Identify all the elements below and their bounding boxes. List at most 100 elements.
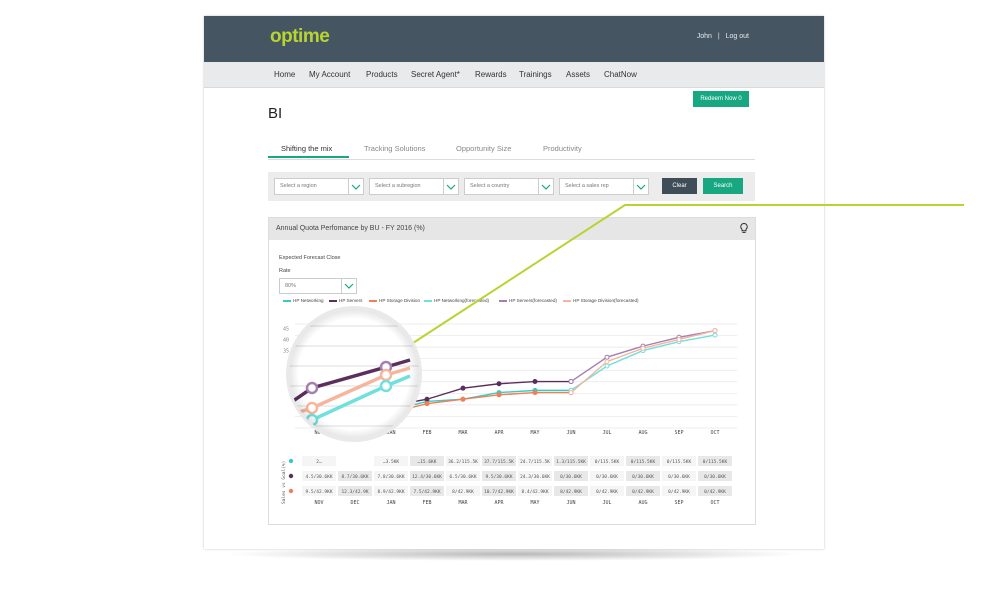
table-cell: 0/30.6KK xyxy=(668,474,690,480)
search-button[interactable]: Search xyxy=(703,178,743,194)
nav-rewards[interactable]: Rewards xyxy=(475,70,507,79)
series-line xyxy=(570,329,716,394)
x-tick-label: AUG xyxy=(638,430,647,436)
x-tick-label: MAR xyxy=(458,430,468,436)
clear-button[interactable]: Clear xyxy=(662,178,697,194)
tab-productivity[interactable]: Productivity xyxy=(543,144,582,153)
logo: optime xyxy=(270,26,330,47)
data-point xyxy=(568,390,574,396)
data-point xyxy=(316,421,322,427)
y-tick-label: 45 xyxy=(283,326,289,332)
tab-tracking-solutions[interactable]: Tracking Solutions xyxy=(364,144,425,153)
data-point xyxy=(712,328,718,334)
main-nav: Home My Account Products Secret Agent* R… xyxy=(204,62,824,88)
table-cell: 8.9/42.9KK xyxy=(377,489,404,495)
row-color-dot xyxy=(288,458,294,464)
table-month-label: NOV xyxy=(314,500,323,506)
x-tick-label: MAY xyxy=(530,430,539,436)
data-point xyxy=(460,385,466,391)
chevron-down-icon xyxy=(538,179,553,194)
data-point xyxy=(532,390,538,396)
data-point xyxy=(424,401,430,407)
table-month-label: DEC xyxy=(350,500,359,506)
subregion-placeholder: Select a subregion xyxy=(375,183,421,189)
page-title: BI xyxy=(268,105,283,122)
tab-opportunity-size[interactable]: Opportunity Size xyxy=(456,144,511,153)
logout-link[interactable]: Log out xyxy=(726,33,749,40)
table-cell: 0/30.6KK xyxy=(596,474,618,480)
data-point xyxy=(316,416,322,422)
table-cell: 10.7/42.9KK xyxy=(484,489,514,495)
table-month-label: SEP xyxy=(674,500,683,506)
data-point xyxy=(604,363,610,369)
table-cell: 8.7/30.6KK xyxy=(341,474,368,480)
table-cell: 36.2/115.5K xyxy=(448,459,478,465)
table-cell: 2… xyxy=(316,459,322,465)
subregion-select[interactable]: Select a subregion xyxy=(369,178,459,195)
table-cell: 0/30.6KK xyxy=(704,474,726,480)
table-month-label: JUL xyxy=(602,500,611,506)
table-month-label: FEB xyxy=(422,500,431,506)
x-tick-label: JUN xyxy=(566,430,575,436)
nav-my-account[interactable]: My Account xyxy=(309,70,350,79)
data-point xyxy=(496,381,502,387)
chevron-down-icon xyxy=(633,179,648,194)
region-placeholder: Select a region xyxy=(280,183,317,189)
table-month-label: JUN xyxy=(566,500,575,506)
table-cell-bg xyxy=(338,456,372,466)
table-cell: …15.6KK xyxy=(418,459,437,465)
table-month-label: OCT xyxy=(710,500,719,506)
table-cell: 0/42.9KK xyxy=(668,489,690,495)
chevron-down-icon xyxy=(348,179,363,194)
sales-rep-select[interactable]: Select a sales rep xyxy=(559,178,649,195)
data-point xyxy=(712,332,718,338)
nav-products[interactable]: Products xyxy=(366,70,398,79)
tab-bar: Shifting the mix Tracking Solutions Oppo… xyxy=(268,140,755,160)
table-cell: 7.8/30.6KK xyxy=(377,474,404,480)
table-month-label: MAR xyxy=(458,500,468,506)
nav-secret-agent[interactable]: Secret Agent* xyxy=(411,70,460,79)
redeem-button[interactable]: Redeem Now 0 xyxy=(693,91,749,107)
table-cell: 9.5/42.9KK xyxy=(305,489,332,495)
browser-frame: optime John | Log out Home My Account Pr… xyxy=(204,16,824,549)
nav-assets[interactable]: Assets xyxy=(566,70,590,79)
table-cell: 12.4/30.6KK xyxy=(412,474,442,480)
user-separator: | xyxy=(717,33,720,40)
data-point xyxy=(676,336,682,342)
sales-rep-placeholder: Select a sales rep xyxy=(565,183,609,189)
line-chart: 45 40 35 NOV DEC JAN FEB MAR APR MAY JUN JUL AUG SEP O… xyxy=(281,323,737,506)
x-tick-label: FEB xyxy=(422,430,431,436)
nav-chatnow[interactable]: ChatNow xyxy=(604,70,637,79)
x-tick-label: APR xyxy=(494,430,504,436)
data-point xyxy=(568,379,574,385)
x-tick-label: DEC xyxy=(350,430,359,436)
table-cell: 0/30.6KK xyxy=(560,474,582,480)
table-cell: 0/42.9KK xyxy=(632,489,654,495)
table-cell: 7.5/42.9KK xyxy=(413,489,440,495)
table-cell: 0/115.5KK xyxy=(667,459,692,465)
chart-panel: Annual Quota Perfomance by BU - FY 2016 … xyxy=(268,217,756,525)
nav-home[interactable]: Home xyxy=(274,70,295,79)
user-name[interactable]: John xyxy=(697,33,712,40)
active-tab-indicator xyxy=(268,156,349,158)
table-cell: 37.7/115.5K xyxy=(484,459,514,465)
y-tick-label: 40 xyxy=(283,337,289,343)
table-cell: 9.5/30.6KK xyxy=(485,474,512,480)
country-select[interactable]: Select a country xyxy=(464,178,554,195)
table-month-label: AUG xyxy=(638,500,647,506)
nav-trainings[interactable]: Trainings xyxy=(519,70,552,79)
table-cell: 0/42.9KK xyxy=(596,489,618,495)
table-cell: 6.5/30.6KK xyxy=(449,474,476,480)
user-menu: John | Log out xyxy=(693,33,749,40)
tab-shifting-the-mix[interactable]: Shifting the mix xyxy=(281,144,332,153)
data-point xyxy=(388,403,394,409)
frame-shadow xyxy=(222,547,806,561)
x-tick-label: OCT xyxy=(710,430,719,436)
data-point xyxy=(352,407,358,413)
table-cell: 0/115.5KK xyxy=(631,459,656,465)
table-cell: 8.4/42.9KK xyxy=(521,489,548,495)
data-point xyxy=(352,416,358,422)
data-point xyxy=(604,354,610,360)
table-cell: 0/115.5KK xyxy=(595,459,620,465)
region-select[interactable]: Select a region xyxy=(274,178,364,195)
